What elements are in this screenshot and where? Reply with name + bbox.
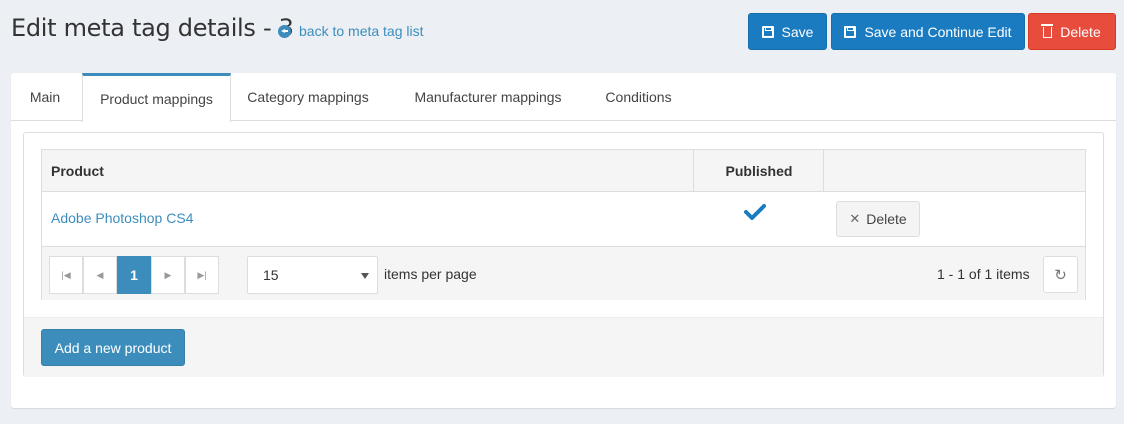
last-page-button[interactable]: ▶| xyxy=(185,256,219,294)
floppy-disk-icon xyxy=(761,25,774,38)
next-page-button[interactable]: ▶ xyxy=(151,256,185,294)
first-page-icon: |◀ xyxy=(61,269,71,280)
save-continue-button-label: Save and Continue Edit xyxy=(864,23,1012,40)
pager-info: 1 - 1 of 1 items xyxy=(937,266,1030,282)
save-and-continue-button[interactable]: Save and Continue Edit xyxy=(831,13,1025,50)
tab-label: Conditions xyxy=(605,89,672,105)
tab-label: Manufacturer mappings xyxy=(414,89,562,105)
column-header-published[interactable]: Published xyxy=(694,150,824,192)
save-button-label: Save xyxy=(781,23,814,40)
table-row: Adobe Photoshop CS4 ✕ Delete xyxy=(42,192,1085,246)
floppy-disk-icon xyxy=(844,25,857,38)
delete-button-label: Delete xyxy=(1060,23,1101,40)
grid-pager: |◀ ◀ 1 ▶ ▶| 15 items per page 1 - 1 of 1… xyxy=(42,246,1085,300)
tab-main[interactable]: Main xyxy=(11,73,79,121)
add-new-product-button[interactable]: Add a new product xyxy=(41,329,185,366)
first-page-button[interactable]: |◀ xyxy=(49,256,83,294)
checkmark-icon xyxy=(744,204,766,220)
tab-label: Main xyxy=(29,89,61,105)
product-link[interactable]: Adobe Photoshop CS4 xyxy=(51,210,193,226)
tab-product-mappings[interactable]: Product mappings xyxy=(82,73,231,122)
current-page-button[interactable]: 1 xyxy=(117,256,151,294)
row-delete-button[interactable]: ✕ Delete xyxy=(836,201,920,237)
tab-manufacturer-mappings[interactable]: Manufacturer mappings xyxy=(390,73,586,121)
trash-icon xyxy=(1041,24,1054,38)
page-size-value: 15 xyxy=(263,267,279,283)
refresh-icon: ↻ xyxy=(1054,266,1067,284)
close-icon: ✕ xyxy=(849,211,861,226)
prev-page-icon: ◀ xyxy=(96,269,104,280)
panel-footer: Add a new product xyxy=(24,317,1103,377)
delete-button[interactable]: Delete xyxy=(1028,13,1116,50)
meta-tag-card: Main Product mappings Category mappings … xyxy=(11,73,1116,408)
tab-category-mappings[interactable]: Category mappings xyxy=(233,73,383,121)
items-per-page-label: items per page xyxy=(384,266,477,282)
page-size-select[interactable]: 15 xyxy=(247,256,378,294)
back-to-list-link[interactable]: back to meta tag list xyxy=(278,23,424,39)
last-page-icon: ▶| xyxy=(197,269,207,280)
row-delete-label: Delete xyxy=(866,211,907,227)
prev-page-button[interactable]: ◀ xyxy=(83,256,117,294)
tab-label: Product mappings xyxy=(100,91,213,107)
back-link-label: back to meta tag list xyxy=(299,23,424,39)
tab-conditions[interactable]: Conditions xyxy=(591,73,686,121)
save-button[interactable]: Save xyxy=(748,13,827,50)
next-page-icon: ▶ xyxy=(164,269,172,280)
caret-down-icon xyxy=(361,273,369,279)
column-header-product[interactable]: Product xyxy=(51,150,104,192)
page-title: Edit meta tag details - 3 xyxy=(11,14,294,42)
arrow-circle-left-icon xyxy=(278,24,291,38)
product-grid: Product Published Adobe Photoshop CS4 ✕ … xyxy=(41,149,1086,300)
refresh-button[interactable]: ↻ xyxy=(1043,256,1078,293)
product-mappings-panel: Product Published Adobe Photoshop CS4 ✕ … xyxy=(23,132,1104,377)
tab-bar: Main Product mappings Category mappings … xyxy=(11,73,1116,122)
tab-label: Category mappings xyxy=(247,89,369,105)
grid-header: Product Published xyxy=(42,150,1085,192)
